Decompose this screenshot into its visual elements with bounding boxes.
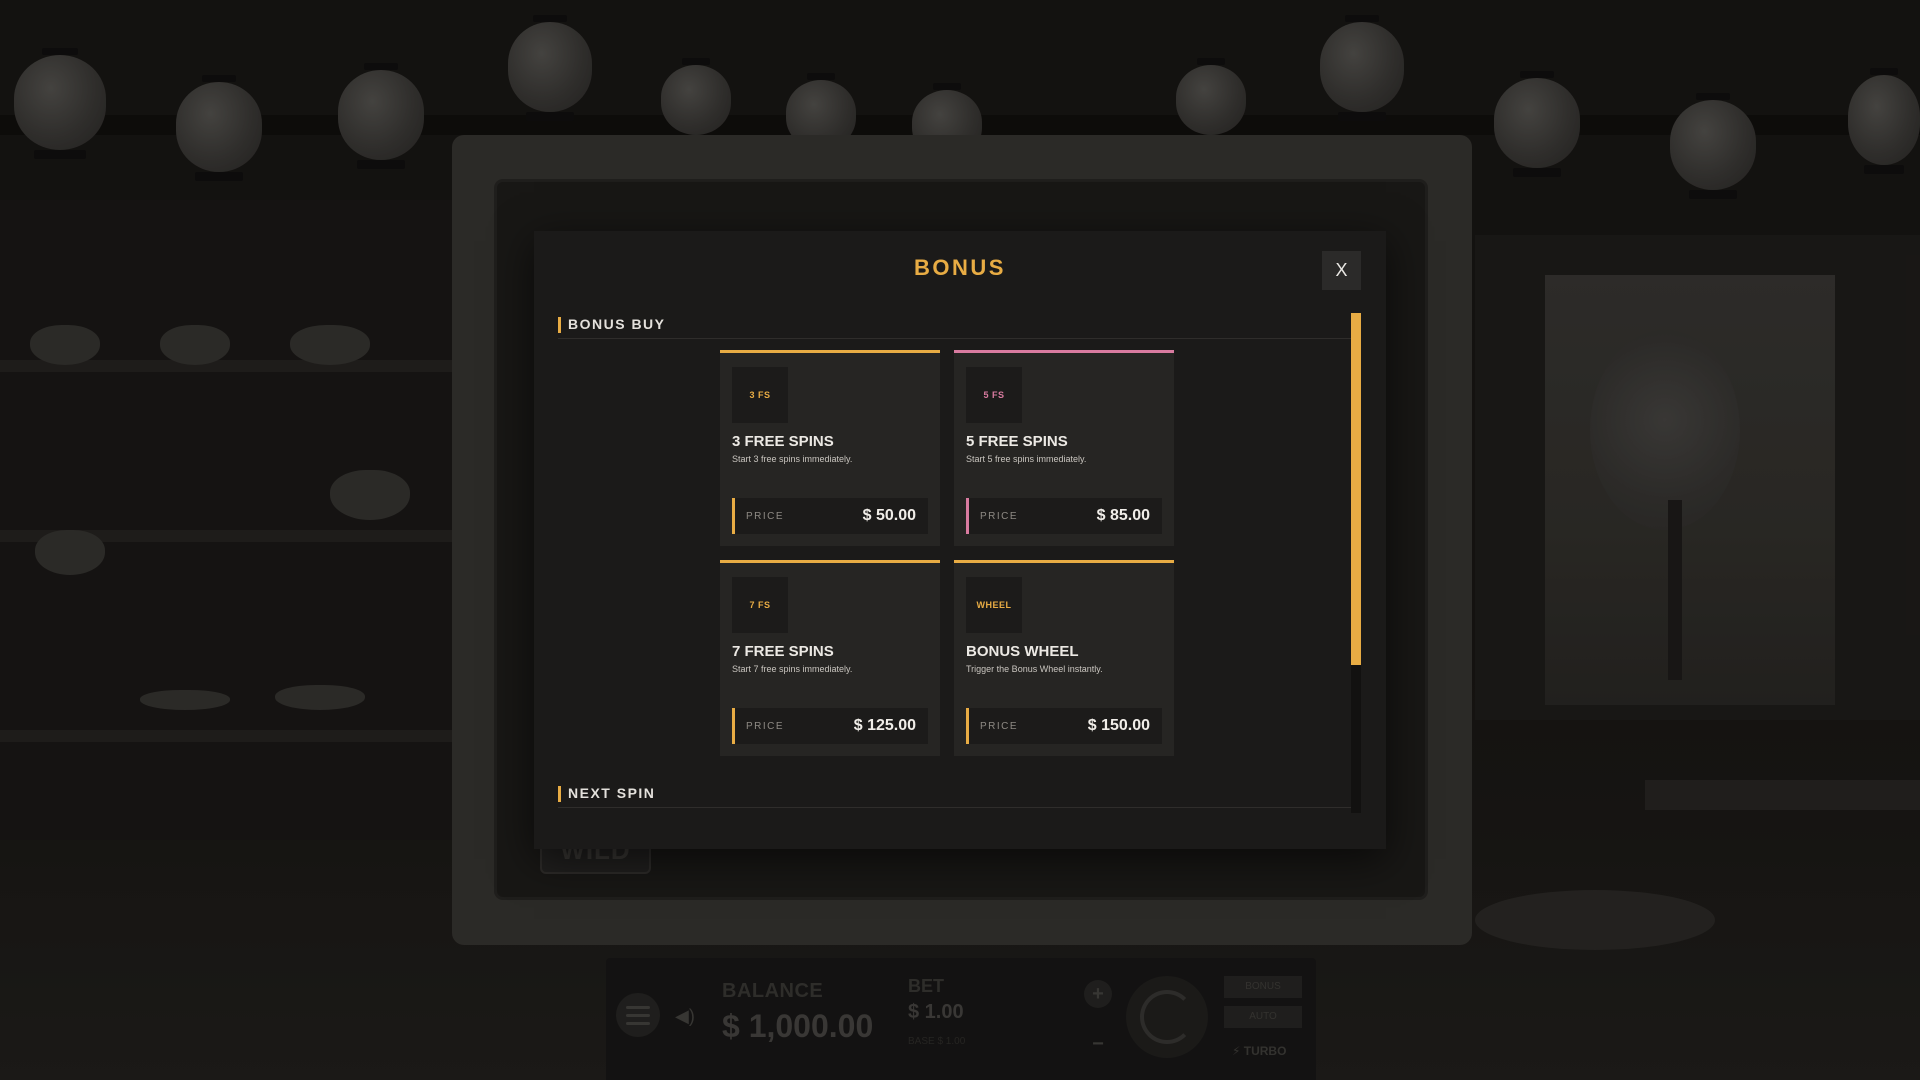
bonus-modal: BONUS X BONUS BUY 3 FS 3 FREE SPINS Star… [534, 231, 1386, 849]
section-title: BONUS BUY [568, 316, 666, 332]
price-value: $ 50.00 [862, 507, 916, 524]
price-label: PRICE [746, 511, 785, 522]
price-value: $ 150.00 [1087, 717, 1150, 734]
card-accent-line [720, 560, 940, 563]
price-accent-bar [732, 498, 735, 534]
price-value: $ 85.00 [1096, 507, 1150, 524]
section-header-next-spin: NEXT SPIN [558, 783, 1358, 808]
section-title: NEXT SPIN [568, 785, 656, 801]
card-description: Start 5 free spins immediately. [966, 454, 1087, 464]
modal-title: BONUS [914, 255, 1006, 280]
card-badge: 5 FS [966, 367, 1022, 423]
close-button[interactable]: X [1322, 251, 1361, 290]
bonus-card-7fs[interactable]: 7 FS 7 FREE SPINS Start 7 free spins imm… [720, 560, 940, 756]
card-badge: 3 FS [732, 367, 788, 423]
section-accent-bar [558, 317, 561, 333]
price-accent-bar [966, 498, 969, 534]
card-accent-line [954, 560, 1174, 563]
card-description: Start 7 free spins immediately. [732, 664, 853, 674]
card-badge: WHEEL [966, 577, 1022, 633]
price-box: PRICE $ 150.00 [966, 708, 1162, 744]
card-description: Start 3 free spins immediately. [732, 454, 853, 464]
price-accent-bar [732, 708, 735, 744]
card-accent-line [954, 350, 1174, 353]
price-box: PRICE $ 125.00 [732, 708, 928, 744]
card-description: Trigger the Bonus Wheel instantly. [966, 664, 1103, 674]
price-box: PRICE $ 85.00 [966, 498, 1162, 534]
bonus-card-wheel[interactable]: WHEEL BONUS WHEEL Trigger the Bonus Whee… [954, 560, 1174, 756]
section-accent-bar [558, 786, 561, 802]
card-title: 3 FREE SPINS [732, 433, 834, 450]
scrollbar-thumb[interactable] [1351, 313, 1361, 665]
price-label: PRICE [980, 721, 1019, 732]
bonus-card-3fs[interactable]: 3 FS 3 FREE SPINS Start 3 free spins imm… [720, 350, 940, 546]
card-title: 5 FREE SPINS [966, 433, 1068, 450]
price-label: PRICE [980, 511, 1019, 522]
price-box: PRICE $ 50.00 [732, 498, 928, 534]
card-badge: 7 FS [732, 577, 788, 633]
card-title: 7 FREE SPINS [732, 643, 834, 660]
section-header-bonus-buy: BONUS BUY [558, 314, 1358, 339]
price-value: $ 125.00 [853, 717, 916, 734]
price-label: PRICE [746, 721, 785, 732]
card-title: BONUS WHEEL [966, 643, 1079, 660]
card-accent-line [720, 350, 940, 353]
price-accent-bar [966, 708, 969, 744]
bonus-card-5fs[interactable]: 5 FS 5 FREE SPINS Start 5 free spins imm… [954, 350, 1174, 546]
